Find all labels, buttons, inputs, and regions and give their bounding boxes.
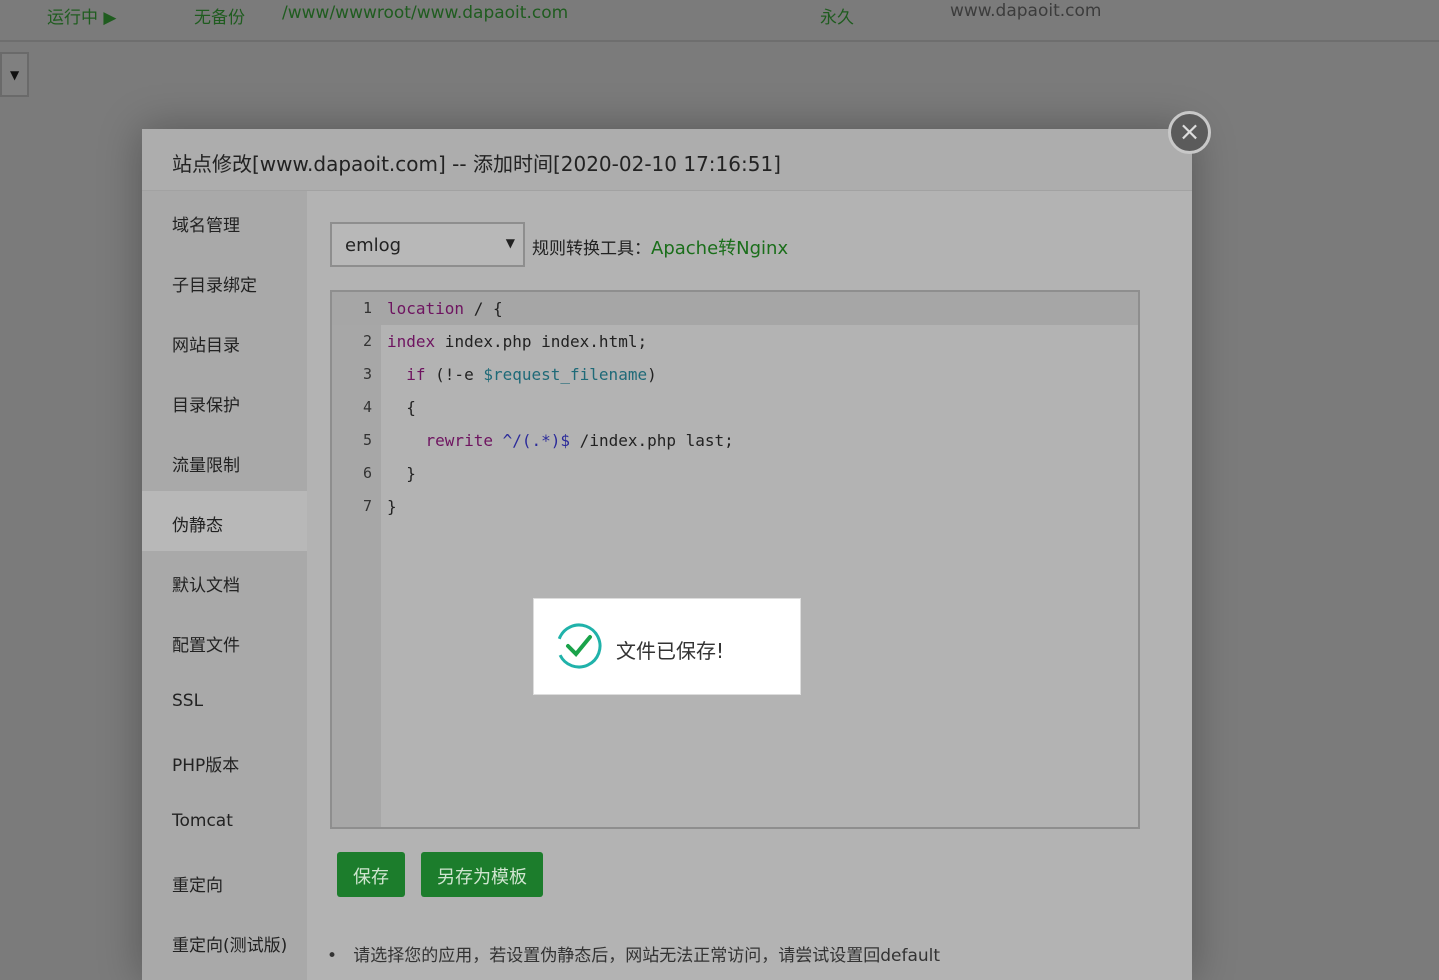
code-editor[interactable]: 1 location / { 2 index index.php index.html… (330, 290, 1140, 829)
token: (!-e (425, 365, 484, 384)
token: if (387, 365, 426, 384)
sidebar: 域名管理 子目录绑定 网站目录 目录保护 流量限制 伪静态 默认文档 配置文件 SSL PHP版本… (142, 191, 307, 980)
line-number: 4 (362, 398, 372, 416)
code-line: 1 location / { (332, 292, 1138, 325)
sidebar-item[interactable]: PHP版本 (142, 731, 307, 791)
tip: • 请选择您的应用，若设置伪静态后，网站无法正常访问，请尝试设置回default (327, 946, 941, 966)
code-line: 7} (332, 490, 1138, 523)
sidebar-item[interactable]: 目录保护 (142, 371, 307, 431)
apache-to-nginx-link[interactable]: Apache转Nginx (651, 238, 788, 259)
token: index (387, 332, 436, 351)
token: /index.php last; (570, 431, 734, 450)
save-as-template-button[interactable]: 另存为模板 (421, 852, 543, 897)
code-line: 5 rewrite ^/(.*)$ /index.php last; (332, 424, 1138, 457)
token: ^/(.*)$ (502, 431, 571, 450)
token: index.php index.html; (435, 332, 648, 351)
token: { (387, 398, 416, 417)
code-text: if (!-e $request_filename) (387, 358, 657, 391)
code-line: 3 if (!-e $request_filename) (332, 358, 1138, 391)
modal-title: 站点修改[www.dapaoit.com] -- 添加时间[2020-02-10… (142, 129, 1192, 191)
tip-text: 请选择您的应用，若设置伪静态后，网站无法正常访问，请尝试设置回default (353, 946, 941, 966)
sidebar-item[interactable]: 重定向(测试版) (142, 911, 307, 971)
sidebar-item[interactable]: 默认文档 (142, 551, 307, 611)
site-edit-modal: 站点修改[www.dapaoit.com] -- 添加时间[2020-02-10… (142, 129, 1192, 980)
site-note[interactable]: www.dapaoit.com (950, 1, 1101, 21)
line-number: 2 (362, 332, 372, 350)
token: rewrite (387, 431, 493, 450)
page-size-select[interactable]: ▼ (0, 52, 29, 97)
tool-label: 规则转换工具： (532, 239, 651, 259)
convert-tool: 规则转换工具：Apache转Nginx (532, 234, 788, 260)
close-icon[interactable]: × (1168, 111, 1211, 154)
select-value: emlog (345, 235, 402, 256)
code-text: location / { (387, 292, 503, 325)
token: } (387, 497, 397, 516)
sidebar-item[interactable]: 流量限制 (142, 431, 307, 491)
token: ) (647, 365, 657, 384)
sidebar-item[interactable]: 重定向 (142, 851, 307, 911)
chevron-down-icon: ▼ (505, 236, 515, 250)
code-text: } (387, 457, 416, 490)
sidebar-item[interactable]: 网站目录 (142, 311, 307, 371)
line-number: 6 (362, 464, 372, 482)
sidebar-item[interactable]: 伪静态 (142, 491, 307, 551)
line-number: 7 (362, 497, 372, 515)
path[interactable]: /www/wwwroot/www.dapaoit.com (282, 3, 568, 23)
code-line: 2 index index.php index.html; (332, 325, 1138, 358)
line-number: 1 (362, 299, 372, 317)
sidebar-item[interactable]: Tomcat (142, 791, 307, 851)
sidebar-item[interactable]: SSL (142, 671, 307, 731)
sidebar-item[interactable]: 域名管理 (142, 191, 307, 251)
token: location (387, 299, 465, 318)
code-text: rewrite ^/(.*)$ /index.php last; (387, 424, 734, 457)
code-line: 4 { (332, 391, 1138, 424)
line-number: 5 (362, 431, 372, 449)
sidebar-item[interactable]: 子目录绑定 (142, 251, 307, 311)
backup[interactable]: 无备份 (194, 3, 245, 28)
sidebar-item[interactable]: 配置文件 (142, 611, 307, 671)
code-text: index index.php index.html; (387, 325, 647, 358)
template-select[interactable]: emlog ▼ (330, 222, 525, 267)
site-row: 运行中 ▶ 无备份 /www/wwwroot/www.dapaoit.com 永… (0, 0, 1439, 42)
check-circle-icon (556, 623, 602, 669)
save-button[interactable]: 保存 (337, 852, 405, 897)
expiry[interactable]: 永久 (820, 3, 854, 28)
code-text: } (387, 490, 397, 523)
code-line: 6 } (332, 457, 1138, 490)
token: $request_filename (483, 365, 648, 384)
code-text: { (387, 391, 416, 424)
toast: 文件已保存! (533, 598, 801, 695)
line-number: 3 (362, 365, 372, 383)
token: / { (464, 299, 503, 318)
toast-message: 文件已保存! (616, 639, 725, 663)
token: } (387, 464, 416, 483)
status[interactable]: 运行中 ▶ (47, 3, 116, 28)
